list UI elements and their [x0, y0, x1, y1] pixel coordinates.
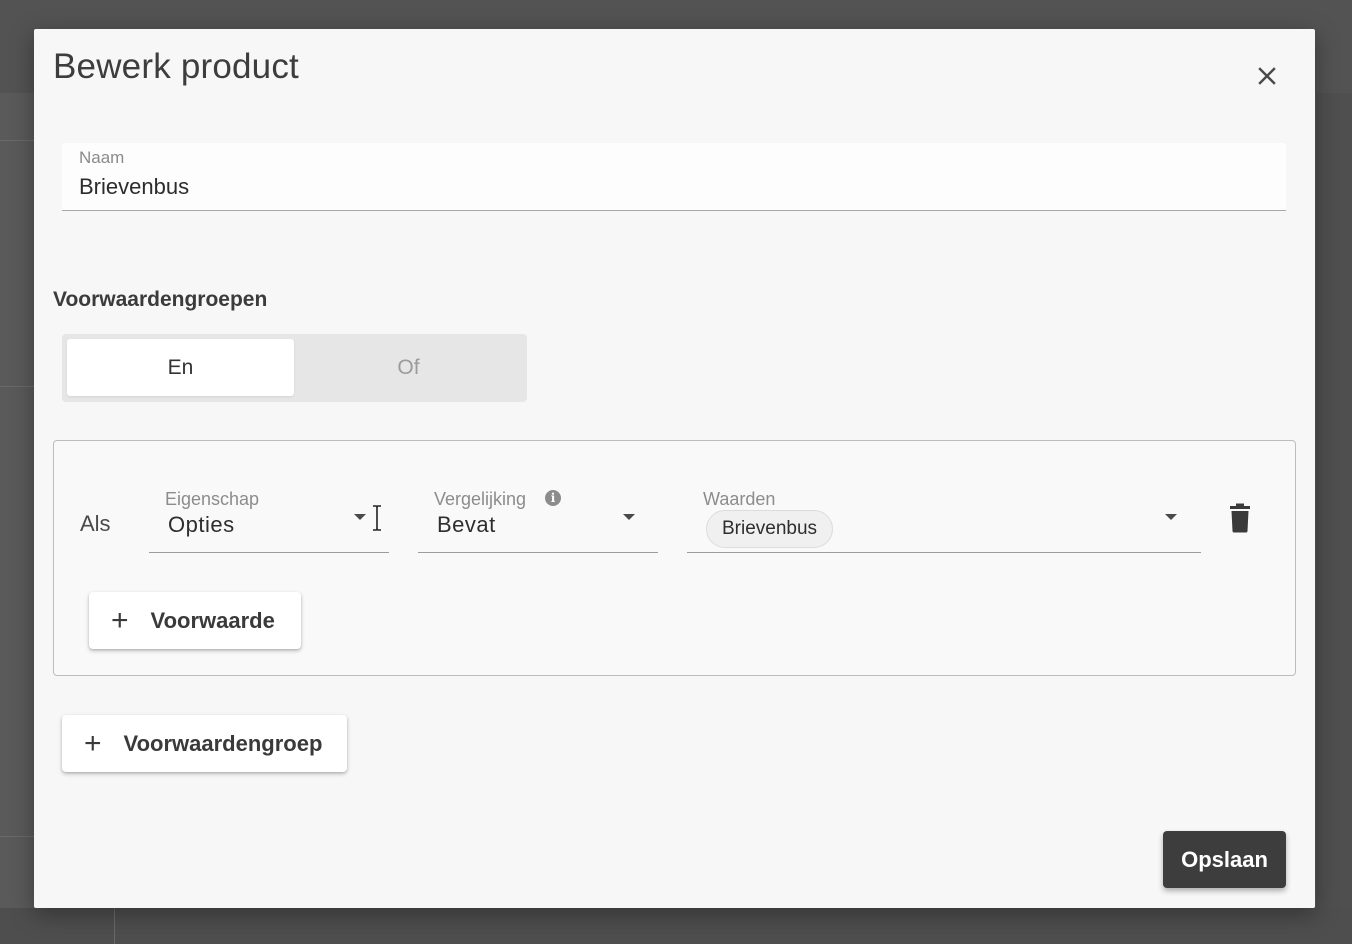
caret-down-icon	[354, 514, 366, 520]
backdrop-divider	[114, 908, 115, 944]
property-value: Opties	[168, 512, 235, 537]
backdrop-divider	[0, 386, 34, 387]
caret-down-icon	[623, 514, 635, 520]
comparison-value: Bevat	[437, 512, 496, 537]
trash-icon	[1230, 503, 1250, 533]
plus-icon: +	[111, 603, 129, 637]
plus-icon: +	[84, 726, 102, 760]
values-select[interactable]: Waarden Brievenbus	[687, 477, 1201, 553]
backdrop-divider	[0, 836, 34, 837]
backdrop-divider	[0, 140, 34, 141]
edit-product-dialog: Bewerk product Naam Brievenbus Voorwaard…	[34, 29, 1315, 908]
name-field[interactable]: Naam Brievenbus	[62, 143, 1286, 211]
caret-down-icon	[1165, 514, 1177, 520]
toggle-option-or[interactable]: Of	[295, 339, 522, 396]
add-condition-group-label: Voorwaardengroep	[123, 730, 323, 756]
close-icon	[1258, 67, 1276, 85]
add-condition-label: Voorwaarde	[150, 607, 275, 633]
save-button[interactable]: Opslaan	[1163, 831, 1286, 888]
comparison-label: Vergelijking	[434, 489, 527, 509]
property-select[interactable]: Eigenschap Opties	[149, 477, 389, 553]
info-icon[interactable]: i	[545, 490, 561, 506]
close-button[interactable]	[1250, 59, 1284, 93]
condition-groups-heading: Voorwaardengroepen	[53, 288, 268, 311]
and-or-toggle: En Of	[62, 334, 527, 402]
backdrop-panel	[1316, 93, 1352, 944]
values-label: Waarden	[703, 489, 776, 509]
name-input-value[interactable]: Brievenbus	[79, 174, 189, 200]
condition-prefix: Als	[80, 511, 111, 536]
delete-condition-button[interactable]	[1227, 503, 1253, 533]
name-label: Naam	[79, 148, 125, 167]
condition-group: Als Eigenschap Opties Vergelijking i Bev…	[53, 440, 1296, 676]
dialog-title: Bewerk product	[53, 47, 299, 86]
backdrop-footer	[0, 908, 1352, 944]
comparison-select[interactable]: Vergelijking i Bevat	[418, 477, 658, 553]
property-label: Eigenschap	[165, 489, 260, 509]
add-condition-group-button[interactable]: + Voorwaardengroep	[62, 715, 347, 772]
toggle-option-and[interactable]: En	[67, 339, 294, 396]
text-cursor-icon	[373, 505, 381, 531]
add-condition-button[interactable]: + Voorwaarde	[89, 592, 301, 649]
value-chip[interactable]: Brievenbus	[706, 510, 834, 548]
